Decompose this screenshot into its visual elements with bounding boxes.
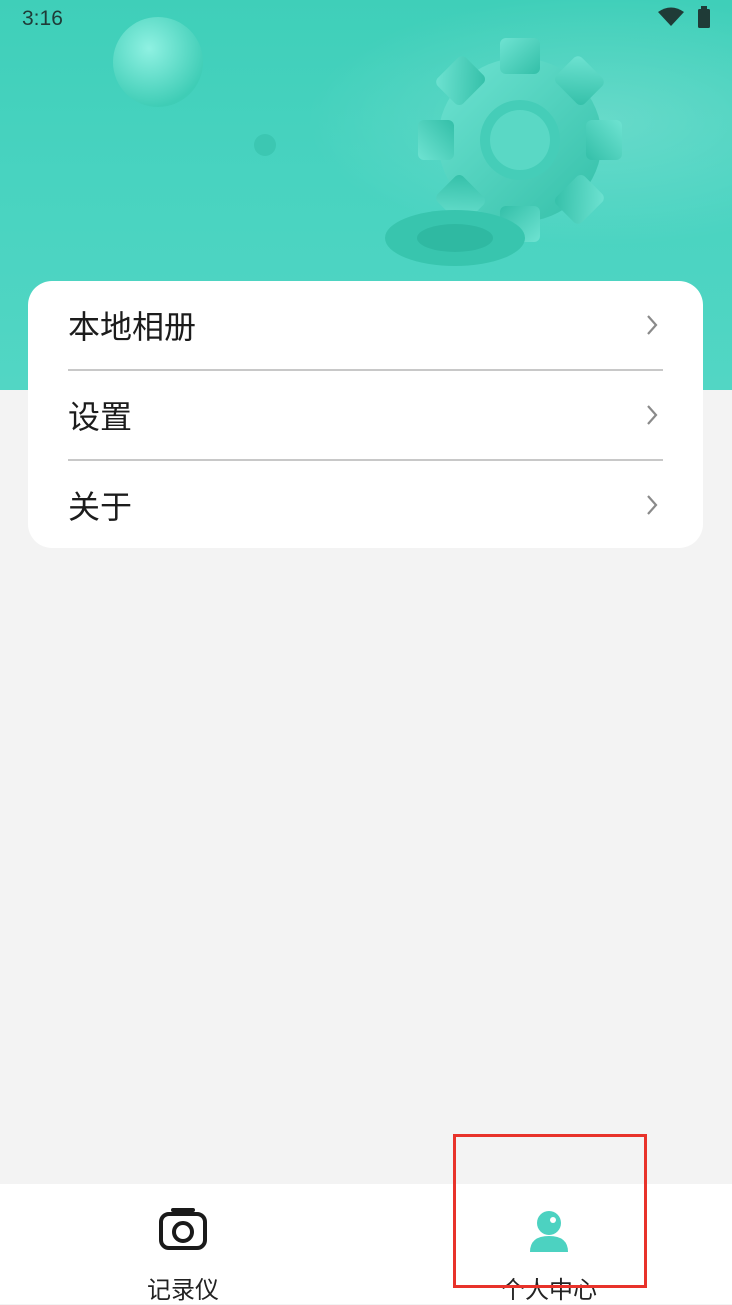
menu-item-about[interactable]: 关于 [68,461,663,549]
wifi-icon [658,7,684,26]
menu-item-label: 关于 [68,488,133,526]
menu-item-settings[interactable]: 设置 [68,371,663,459]
menu-card: 本地相册 设置 关于 [28,281,703,548]
menu-item-local-album[interactable]: 本地相册 [68,281,663,369]
status-icons [658,6,710,28]
tab-recorder[interactable]: 记录仪 [0,1184,366,1304]
highlight-box [453,1134,647,1288]
camera-icon [158,1206,208,1256]
tab-label: 记录仪 [147,1276,219,1304]
chevron-right-icon [641,404,663,426]
battery-icon [698,6,710,28]
status-time: 3:16 [22,7,63,30]
menu-item-label: 设置 [68,398,133,436]
menu-item-label: 本地相册 [68,308,197,346]
chevron-right-icon [641,494,663,516]
chevron-right-icon [641,314,663,336]
